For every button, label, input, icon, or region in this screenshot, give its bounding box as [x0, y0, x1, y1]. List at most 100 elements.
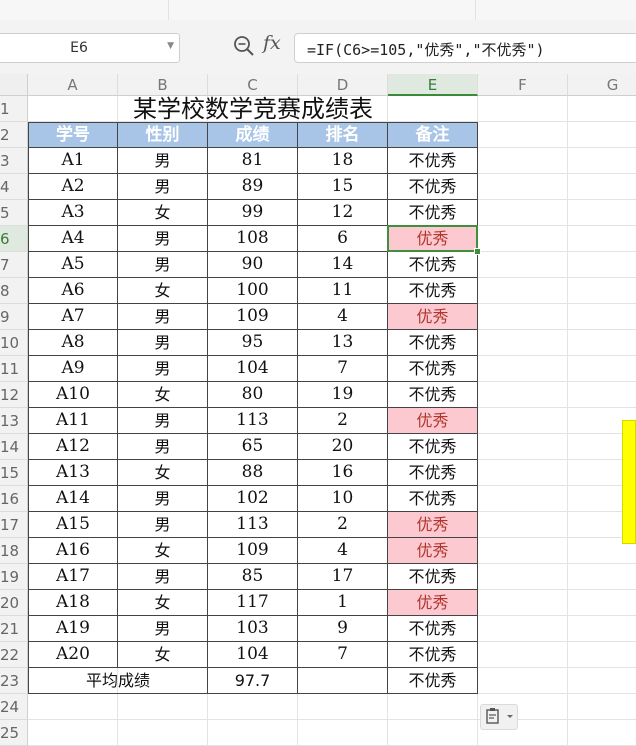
row-header-13[interactable]: 13	[0, 408, 28, 434]
column-header-a[interactable]: A	[28, 74, 118, 96]
table-cell[interactable]: 89	[208, 174, 298, 200]
table-cell[interactable]: 女	[118, 200, 208, 226]
table-cell[interactable]: A10	[28, 382, 118, 408]
table-cell[interactable]: 优秀	[388, 512, 478, 538]
table-cell[interactable]: 女	[118, 538, 208, 564]
table-cell[interactable]: 17	[298, 564, 388, 590]
row-header-19[interactable]: 19	[0, 564, 28, 590]
table-cell[interactable]: 男	[118, 512, 208, 538]
table-cell[interactable]: 优秀	[388, 538, 478, 564]
table-cell[interactable]: 不优秀	[388, 382, 478, 408]
table-cell[interactable]: 男	[118, 226, 208, 252]
table-cell[interactable]: 10	[298, 486, 388, 512]
table-cell[interactable]: 女	[118, 382, 208, 408]
average-value-cell[interactable]: 97.7	[208, 668, 298, 694]
table-cell[interactable]: 4	[298, 304, 388, 330]
table-cell[interactable]: A20	[28, 642, 118, 668]
table-cell[interactable]: 男	[118, 174, 208, 200]
table-cell[interactable]: 男	[118, 252, 208, 278]
row-header-21[interactable]: 21	[0, 616, 28, 642]
table-cell[interactable]: 男	[118, 486, 208, 512]
row-header-22[interactable]: 22	[0, 642, 28, 668]
table-cell[interactable]: A3	[28, 200, 118, 226]
table-cell[interactable]: A17	[28, 564, 118, 590]
table-cell[interactable]: 104	[208, 642, 298, 668]
column-header-d[interactable]: D	[298, 74, 388, 96]
table-cell[interactable]: A12	[28, 434, 118, 460]
table-header-cell[interactable]: 成绩	[208, 122, 298, 148]
table-cell[interactable]: A15	[28, 512, 118, 538]
row-header-14[interactable]: 14	[0, 434, 28, 460]
table-cell[interactable]: 16	[298, 460, 388, 486]
table-cell[interactable]: 103	[208, 616, 298, 642]
table-cell[interactable]: 7	[298, 642, 388, 668]
table-cell[interactable]: 81	[208, 148, 298, 174]
table-cell[interactable]: 不优秀	[388, 252, 478, 278]
row-header-7[interactable]: 7	[0, 252, 28, 278]
table-cell[interactable]: A5	[28, 252, 118, 278]
table-cell[interactable]: 104	[208, 356, 298, 382]
row-header-5[interactable]: 5	[0, 200, 28, 226]
table-cell[interactable]: 男	[118, 408, 208, 434]
average-label-cell[interactable]: 平均成绩	[28, 668, 208, 694]
sheet-title[interactable]: 某学校数学竞赛成绩表	[28, 96, 478, 122]
table-cell[interactable]: 1	[298, 590, 388, 616]
active-cell-selection[interactable]	[387, 225, 478, 252]
average-empty-cell[interactable]	[298, 668, 388, 694]
table-header-cell[interactable]: 备注	[388, 122, 478, 148]
row-header-12[interactable]: 12	[0, 382, 28, 408]
column-header-e[interactable]: E	[388, 74, 478, 96]
row-header-8[interactable]: 8	[0, 278, 28, 304]
table-cell[interactable]: 不优秀	[388, 356, 478, 382]
row-header-15[interactable]: 15	[0, 460, 28, 486]
row-header-6[interactable]: 6	[0, 226, 28, 252]
average-remark-cell[interactable]: 不优秀	[388, 668, 478, 694]
table-cell[interactable]: 优秀	[388, 304, 478, 330]
table-cell[interactable]: 12	[298, 200, 388, 226]
table-cell[interactable]: 13	[298, 330, 388, 356]
row-header-25[interactable]: 25	[0, 720, 28, 746]
table-cell[interactable]: 2	[298, 408, 388, 434]
table-cell[interactable]: 109	[208, 538, 298, 564]
table-cell[interactable]: 85	[208, 564, 298, 590]
row-header-9[interactable]: 9	[0, 304, 28, 330]
row-header-24[interactable]: 24	[0, 694, 28, 720]
row-header-2[interactable]: 2	[0, 122, 28, 148]
table-cell[interactable]: 6	[298, 226, 388, 252]
table-cell[interactable]: A11	[28, 408, 118, 434]
row-header-3[interactable]: 3	[0, 148, 28, 174]
column-header-b[interactable]: B	[118, 74, 208, 96]
table-cell[interactable]: A18	[28, 590, 118, 616]
table-cell[interactable]: 不优秀	[388, 330, 478, 356]
select-all-corner[interactable]	[0, 74, 28, 96]
table-cell[interactable]: 不优秀	[388, 200, 478, 226]
row-header-17[interactable]: 17	[0, 512, 28, 538]
table-cell[interactable]: 90	[208, 252, 298, 278]
name-box[interactable]: E6 ▼	[0, 33, 180, 63]
column-header-c[interactable]: C	[208, 74, 298, 96]
table-cell[interactable]: 88	[208, 460, 298, 486]
table-cell[interactable]: 不优秀	[388, 278, 478, 304]
table-cell[interactable]: 18	[298, 148, 388, 174]
table-cell[interactable]: A13	[28, 460, 118, 486]
table-cell[interactable]: 女	[118, 460, 208, 486]
table-cell[interactable]: 女	[118, 278, 208, 304]
table-header-cell[interactable]: 排名	[298, 122, 388, 148]
row-header-20[interactable]: 20	[0, 590, 28, 616]
column-header-g[interactable]: G	[568, 74, 636, 96]
table-cell[interactable]: 100	[208, 278, 298, 304]
table-cell[interactable]: A1	[28, 148, 118, 174]
table-cell[interactable]: 7	[298, 356, 388, 382]
table-cell[interactable]: 117	[208, 590, 298, 616]
table-cell[interactable]: 19	[298, 382, 388, 408]
table-cell[interactable]: 男	[118, 148, 208, 174]
table-cell[interactable]: 男	[118, 356, 208, 382]
table-cell[interactable]: 15	[298, 174, 388, 200]
table-cell[interactable]: 不优秀	[388, 434, 478, 460]
table-cell[interactable]: A6	[28, 278, 118, 304]
table-cell[interactable]: A4	[28, 226, 118, 252]
table-cell[interactable]: 不优秀	[388, 174, 478, 200]
table-cell[interactable]: 11	[298, 278, 388, 304]
table-cell[interactable]: A9	[28, 356, 118, 382]
table-cell[interactable]: 113	[208, 512, 298, 538]
